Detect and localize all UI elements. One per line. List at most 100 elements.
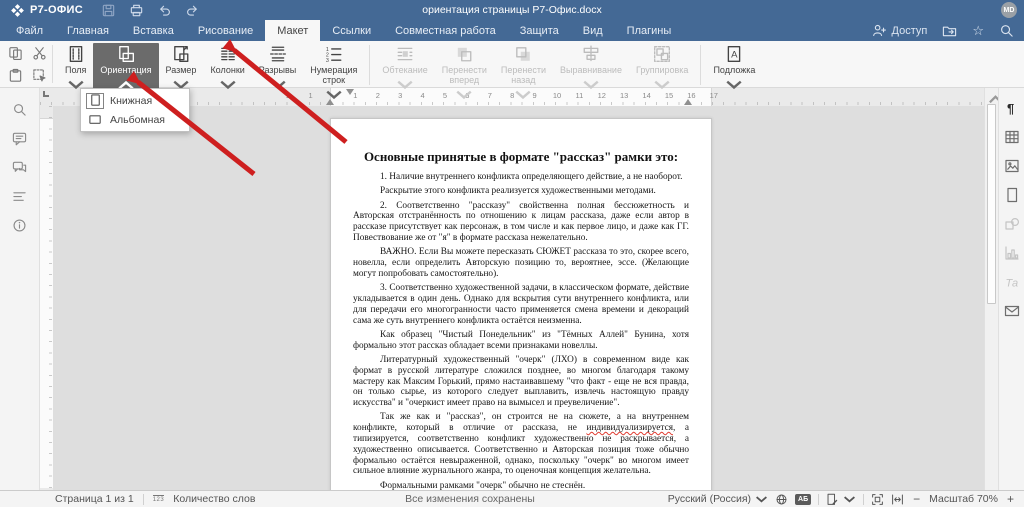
- columns-button[interactable]: Колонки: [203, 43, 251, 95]
- access-label: Доступ: [892, 25, 928, 37]
- tab-collaboration[interactable]: Совместная работа: [383, 20, 508, 41]
- orientation-label: Ориентация: [100, 65, 151, 75]
- orientation-icon: [117, 45, 135, 63]
- bring-forward-button: Перенестивперед: [435, 43, 494, 105]
- toolbar-separator: [369, 45, 370, 85]
- select-all-button[interactable]: [32, 68, 48, 84]
- save-button[interactable]: [101, 3, 116, 18]
- sidebar-comments-button[interactable]: [12, 131, 27, 146]
- zoom-in-button[interactable]: +: [1005, 493, 1016, 505]
- scrollbar-thumb[interactable]: [987, 104, 996, 304]
- statusbar-separator: [818, 494, 819, 505]
- align-shapes-icon: [582, 45, 600, 63]
- chevron-down-icon: [514, 86, 532, 104]
- tab-references[interactable]: Ссылки: [320, 20, 383, 41]
- bring-forward-label: Перенестивперед: [442, 65, 487, 85]
- document-language-button[interactable]: [775, 493, 788, 506]
- svg-text:Та: Та: [1005, 278, 1018, 290]
- undo-button[interactable]: [157, 3, 172, 18]
- chevron-down-icon: [219, 76, 237, 94]
- tab-protection[interactable]: Защита: [508, 20, 571, 41]
- orientation-option-portrait[interactable]: Книжная: [81, 91, 189, 110]
- tab-view[interactable]: Вид: [571, 20, 615, 41]
- wrapping-button: Обтекание: [375, 43, 434, 95]
- app-name: Р7-ОФИС: [30, 4, 83, 16]
- sidebar-search-button[interactable]: [12, 102, 27, 117]
- statusbar-separator: [143, 494, 144, 505]
- zoom-out-button[interactable]: −: [911, 493, 922, 505]
- document-paragraph[interactable]: 1. Наличие внутреннего конфликта определ…: [353, 172, 689, 183]
- document-paragraph[interactable]: ВАЖНО. Если Вы можете пересказать СЮЖЕТ …: [353, 247, 689, 279]
- document-heading[interactable]: Основные принятые в формате "рассказ" ра…: [353, 149, 689, 165]
- language-selector[interactable]: Русский (Россия): [668, 493, 768, 506]
- orientation-dropdown: Книжная Альбомная: [80, 88, 190, 132]
- tab-draw[interactable]: Рисование: [186, 20, 265, 41]
- document-paragraph[interactable]: Литературный художественный "очерк" (ЛХО…: [353, 355, 689, 409]
- paragraph-settings-button[interactable]: ¶: [1004, 100, 1020, 116]
- tab-insert[interactable]: Вставка: [121, 20, 186, 41]
- watermark-icon: A: [725, 45, 743, 63]
- group-button: Группировка: [629, 43, 695, 95]
- watermark-button[interactable]: AПодложка: [706, 43, 762, 95]
- image-settings-button[interactable]: [1004, 158, 1020, 174]
- track-changes-button[interactable]: [826, 493, 856, 506]
- breaks-button[interactable]: Разрывы: [252, 43, 303, 95]
- vertical-ruler[interactable]: [40, 106, 53, 490]
- mail-merge-button[interactable]: [1004, 303, 1020, 319]
- svg-text:¶: ¶: [1007, 101, 1014, 116]
- open-file-location-button[interactable]: [942, 23, 957, 38]
- tab-layout[interactable]: Макет: [265, 20, 320, 41]
- status-bar: Страница 1 из 1 123 Количество слов Все …: [0, 490, 1024, 507]
- sidebar-about-button[interactable]: [12, 218, 27, 233]
- line-numbers-button[interactable]: 123Нумерациястрок: [303, 43, 364, 105]
- statusbar-separator: [863, 494, 864, 505]
- favorite-star-button[interactable]: ☆: [972, 24, 984, 37]
- access-button[interactable]: Доступ: [872, 23, 928, 38]
- track-changes-icon: [826, 493, 839, 506]
- menu-bar: ФайлГлавнаяВставкаРисованиеМакетСсылкиСо…: [0, 20, 1024, 41]
- shape-settings-button: [1004, 216, 1020, 232]
- group-label: Группировка: [636, 65, 688, 75]
- cut-button[interactable]: [32, 46, 48, 62]
- vertical-scrollbar[interactable]: [984, 88, 998, 490]
- document-paragraph[interactable]: Как образец "Чистый Понедельник" из "Тём…: [353, 330, 689, 352]
- tabstop-selector[interactable]: [43, 91, 49, 97]
- document-paragraph[interactable]: 2. Соответственно "рассказу" свойственна…: [353, 201, 689, 244]
- table-settings-button[interactable]: [1004, 129, 1020, 145]
- left-sidebar: [0, 88, 40, 490]
- page-portrait-icon: [86, 93, 104, 109]
- align-label: Выравнивание: [560, 65, 622, 75]
- misspelled-word[interactable]: индивидуализируется: [586, 423, 673, 433]
- app-logo: Р7-ОФИС: [10, 3, 83, 18]
- redo-button[interactable]: [185, 3, 200, 18]
- orientation-option-landscape[interactable]: Альбомная: [81, 110, 189, 129]
- spellcheck-button[interactable]: АБ: [795, 494, 811, 505]
- columns-icon: [219, 45, 237, 63]
- page-indicator[interactable]: Страница 1 из 1: [55, 493, 134, 505]
- document-paragraph[interactable]: Так же как и "рассказ", он строится не н…: [353, 412, 689, 477]
- document-page[interactable]: Основные принятые в формате "рассказ" ра…: [330, 118, 712, 507]
- chevron-down-icon: [843, 493, 856, 506]
- zoom-level: Масштаб 70%: [929, 493, 998, 505]
- document-paragraph[interactable]: Раскрытие этого конфликта реализуется ху…: [353, 186, 689, 197]
- tab-file[interactable]: Файл: [4, 20, 55, 41]
- page-breaks-icon: [269, 45, 287, 63]
- fit-to-page-button[interactable]: [871, 493, 884, 506]
- sidebar-navigation-button[interactable]: [12, 189, 27, 204]
- tab-home[interactable]: Главная: [55, 20, 121, 41]
- fit-to-width-button[interactable]: [891, 493, 904, 506]
- copy-button[interactable]: [8, 46, 24, 62]
- document-paragraph[interactable]: 3. Соответственно художественной задачи,…: [353, 283, 689, 326]
- avatar[interactable]: MD: [1001, 2, 1017, 18]
- titlebar-search-button[interactable]: [999, 23, 1014, 38]
- sidebar-chat-button[interactable]: [12, 160, 27, 175]
- paste-button[interactable]: [8, 68, 24, 84]
- align-button: Выравнивание: [553, 43, 629, 95]
- word-count-button[interactable]: Количество слов: [173, 493, 255, 505]
- print-button[interactable]: [129, 3, 144, 18]
- chevron-down-icon: [653, 76, 671, 94]
- right-sidebar: ¶ Та: [998, 88, 1024, 490]
- header-footer-settings-button[interactable]: [1004, 187, 1020, 203]
- tab-plugins[interactable]: Плагины: [615, 20, 684, 41]
- orientation-option-label: Альбомная: [110, 114, 165, 126]
